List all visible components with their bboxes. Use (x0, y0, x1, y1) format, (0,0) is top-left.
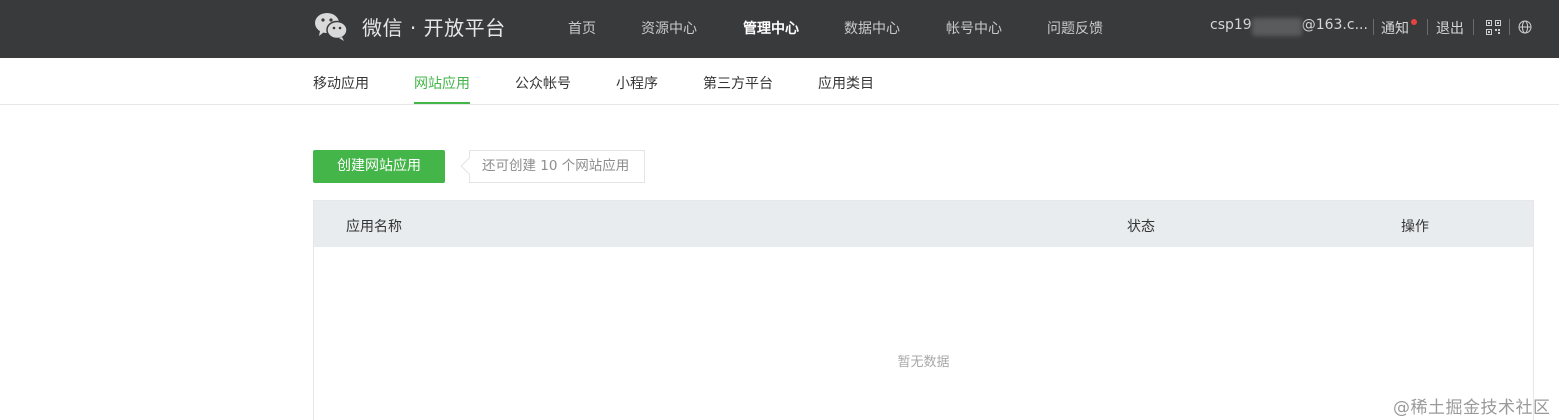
tab-app-categories[interactable]: 应用类目 (818, 73, 874, 93)
quota-tip: 还可创建 10 个网站应用 (469, 150, 645, 183)
column-app-name: 应用名称 (346, 219, 402, 235)
topnav-home[interactable]: 首页 (568, 18, 596, 38)
tab-mini-programs[interactable]: 小程序 (616, 73, 658, 93)
notice-link[interactable]: 通知 (1381, 18, 1409, 38)
notice-badge-dot (1411, 19, 1417, 25)
empty-state: 暂无数据 (897, 355, 950, 370)
column-actions: 操作 (1401, 219, 1429, 235)
tab-official-accounts[interactable]: 公众帐号 (515, 73, 571, 93)
column-status: 状态 (1127, 219, 1155, 235)
topnav-resources[interactable]: 资源中心 (641, 18, 697, 38)
divider (1373, 19, 1374, 35)
tab-third-party-platform[interactable]: 第三方平台 (703, 73, 773, 93)
qrcode-icon[interactable] (1486, 20, 1501, 35)
globe-icon[interactable] (1518, 20, 1532, 34)
brand-title[interactable]: 微信 · 开放平台 (362, 12, 506, 41)
active-tab-indicator (414, 102, 470, 104)
topnav-account[interactable]: 帐号中心 (946, 18, 1002, 38)
account-email-prefix: csp19 (1210, 17, 1252, 33)
topnav-feedback[interactable]: 问题反馈 (1047, 18, 1103, 38)
wechat-logo-icon[interactable] (313, 10, 349, 42)
tab-website-apps[interactable]: 网站应用 (414, 73, 470, 93)
topnav-data[interactable]: 数据中心 (844, 18, 900, 38)
create-website-app-button[interactable]: 创建网站应用 (313, 150, 445, 183)
tab-mobile-apps[interactable]: 移动应用 (313, 73, 369, 93)
topnav-management[interactable]: 管理中心 (743, 18, 799, 38)
divider (1427, 19, 1428, 35)
logout-link[interactable]: 退出 (1436, 18, 1464, 38)
divider (1473, 19, 1474, 35)
table-header: 应用名称 状态 操作 (314, 201, 1533, 247)
sub-nav: 移动应用 网站应用 公众帐号 小程序 第三方平台 应用类目 (0, 58, 1559, 105)
divider (1509, 19, 1510, 35)
account-email-suffix: @163.c... (1301, 17, 1368, 33)
top-bar: 微信 · 开放平台 首页 资源中心 管理中心 数据中心 帐号中心 问题反馈 cs… (0, 0, 1559, 58)
account-redaction (1252, 18, 1302, 36)
apps-table: 应用名称 状态 操作 暂无数据 (313, 200, 1534, 420)
watermark: @稀土掘金技术社区 (1393, 398, 1551, 418)
